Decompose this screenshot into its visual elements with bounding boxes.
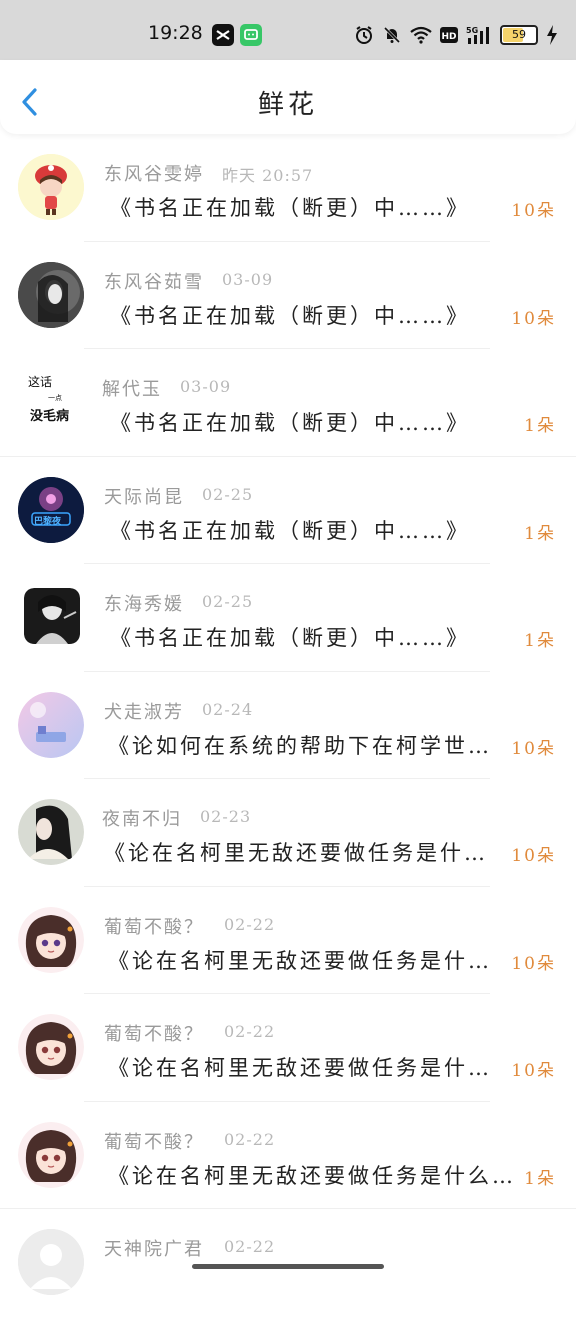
- home-indicator[interactable]: [192, 1264, 384, 1269]
- list-item[interactable]: 东风谷茹雪 03-09 《书名正在加载（断更）中……》 10朵: [0, 242, 576, 349]
- book-title[interactable]: 《论如何在系统的帮助下在柯学世…: [108, 730, 493, 760]
- battery-icon: 59: [500, 25, 538, 45]
- list-item[interactable]: 巴黎夜 天际尚昆 02-25 《书名正在加载（断更）中……》 1朵: [0, 457, 576, 564]
- avatar[interactable]: [18, 1014, 84, 1080]
- user-name: 解代玉: [102, 379, 162, 400]
- alarm-icon: [356, 26, 372, 44]
- avatar-text: 这话: [28, 375, 53, 389]
- user-name: 天神院广君: [104, 1239, 204, 1260]
- book-title[interactable]: 《书名正在加载（断更）中……》: [110, 192, 495, 222]
- flower-count: 1朵: [524, 416, 556, 436]
- flower-count: 1朵: [524, 631, 556, 651]
- book-title[interactable]: 《书名正在加载（断更）中……》: [110, 622, 495, 652]
- svg-text:5G: 5G: [466, 26, 478, 35]
- avatar[interactable]: 巴黎夜: [18, 476, 84, 543]
- book-title[interactable]: 《论在名柯里无敌还要做任务是什么…: [108, 1160, 518, 1190]
- date: 02-22: [224, 1237, 276, 1256]
- date: 03-09: [222, 269, 274, 289]
- list-item[interactable]: 这话 一点 没毛病 解代玉 03-09 《书名正在加载（断更）中……》 1朵: [0, 349, 576, 457]
- flower-count: 10朵: [511, 738, 556, 759]
- date: 02-23: [200, 807, 252, 826]
- user-name: 葡萄不酸？: [104, 1024, 204, 1045]
- avatar[interactable]: [18, 1229, 84, 1295]
- book-title[interactable]: 《论在名柯里无敌还要做任务是什…: [108, 945, 493, 975]
- date: 02-22: [224, 914, 276, 934]
- capcut-icon: [212, 24, 234, 46]
- user-name: 东风谷雯婷: [104, 164, 204, 185]
- date: 03-09: [180, 377, 232, 396]
- book-title[interactable]: 《书名正在加载（断更）中……》: [110, 515, 495, 545]
- flower-count: 10朵: [511, 846, 556, 866]
- list-item[interactable]: 犬走淑芳 02-24 《论如何在系统的帮助下在柯学世… 10朵: [0, 672, 576, 779]
- date: 02-25: [202, 592, 254, 611]
- flower-count: 10朵: [511, 953, 556, 974]
- user-name: 夜南不归: [102, 809, 182, 830]
- flower-count: 10朵: [511, 1061, 556, 1081]
- user-name: 东海秀媛: [104, 594, 184, 615]
- avatar-text: 一点: [48, 394, 62, 402]
- book-title[interactable]: 《书名正在加载（断更）中……》: [110, 407, 495, 437]
- book-title[interactable]: 《书名正在加载（断更）中……》: [110, 300, 495, 330]
- flower-count: 10朵: [511, 201, 556, 221]
- avatar[interactable]: [18, 154, 84, 220]
- charging-icon: [547, 25, 557, 45]
- list-item[interactable]: 东海秀媛 02-25 《书名正在加载（断更）中……》 1朵: [0, 564, 576, 672]
- flower-count: 10朵: [511, 308, 556, 329]
- list-item[interactable]: 葡萄不酸？ 02-22 《论在名柯里无敌还要做任务是什么… 1朵: [0, 1102, 576, 1209]
- user-name: 犬走淑芳: [104, 701, 184, 723]
- avatar[interactable]: [24, 588, 80, 644]
- user-name: 葡萄不酸？: [104, 1131, 204, 1153]
- avatar[interactable]: 这话 一点 没毛病: [22, 369, 82, 435]
- status-icons: HD 5G 59: [354, 22, 558, 48]
- flower-count: 1朵: [524, 1168, 556, 1189]
- date: 02-24: [202, 699, 254, 719]
- list-item[interactable]: 葡萄不酸？ 02-22 《论在名柯里无敌还要做任务是什… 10朵: [0, 887, 576, 994]
- list-item[interactable]: 天神院广君 02-22: [0, 1209, 576, 1317]
- date: 02-22: [224, 1129, 276, 1149]
- avatar-text: 没毛病: [30, 409, 70, 424]
- avatar[interactable]: [18, 906, 84, 973]
- user-name: 天际尚昆: [104, 486, 184, 508]
- signal-icon: 5G: [466, 26, 489, 44]
- date: 02-22: [224, 1022, 276, 1041]
- header: 鲜花: [0, 60, 576, 134]
- page-title: 鲜花: [257, 90, 318, 120]
- avatar[interactable]: [18, 799, 84, 865]
- mute-icon: [383, 26, 401, 44]
- list-item[interactable]: 夜南不归 02-23 《论在名柯里无敌还要做任务是什… 10朵: [0, 779, 576, 887]
- flower-list: 东风谷雯婷 昨天 20:57 《书名正在加载（断更）中……》 10朵 东风谷茹雪…: [0, 134, 576, 1317]
- status-bar: 19:28 HD 5G 59: [0, 0, 576, 60]
- user-name: 葡萄不酸？: [104, 916, 204, 938]
- book-title[interactable]: 《论在名柯里无敌还要做任务是什…: [108, 1052, 493, 1082]
- book-title[interactable]: 《论在名柯里无敌还要做任务是什…: [104, 837, 489, 867]
- date: 02-25: [202, 484, 254, 504]
- list-item[interactable]: 东风谷雯婷 昨天 20:57 《书名正在加载（断更）中……》 10朵: [0, 134, 576, 242]
- list-item[interactable]: 葡萄不酸？ 02-22 《论在名柯里无敌还要做任务是什… 10朵: [0, 994, 576, 1102]
- avatar[interactable]: [18, 261, 84, 328]
- flower-count: 1朵: [524, 523, 556, 544]
- status-time: 19:28: [148, 22, 203, 44]
- chat-app-icon: [240, 24, 262, 46]
- avatar[interactable]: [18, 691, 84, 758]
- date: 昨天 20:57: [222, 166, 314, 185]
- user-name: 东风谷茹雪: [104, 271, 204, 293]
- svg-text:HD: HD: [441, 32, 456, 42]
- hd-icon: HD: [440, 27, 458, 43]
- avatar[interactable]: [18, 1121, 84, 1188]
- avatar-text: 巴黎夜: [34, 516, 62, 527]
- wifi-icon: [410, 26, 432, 44]
